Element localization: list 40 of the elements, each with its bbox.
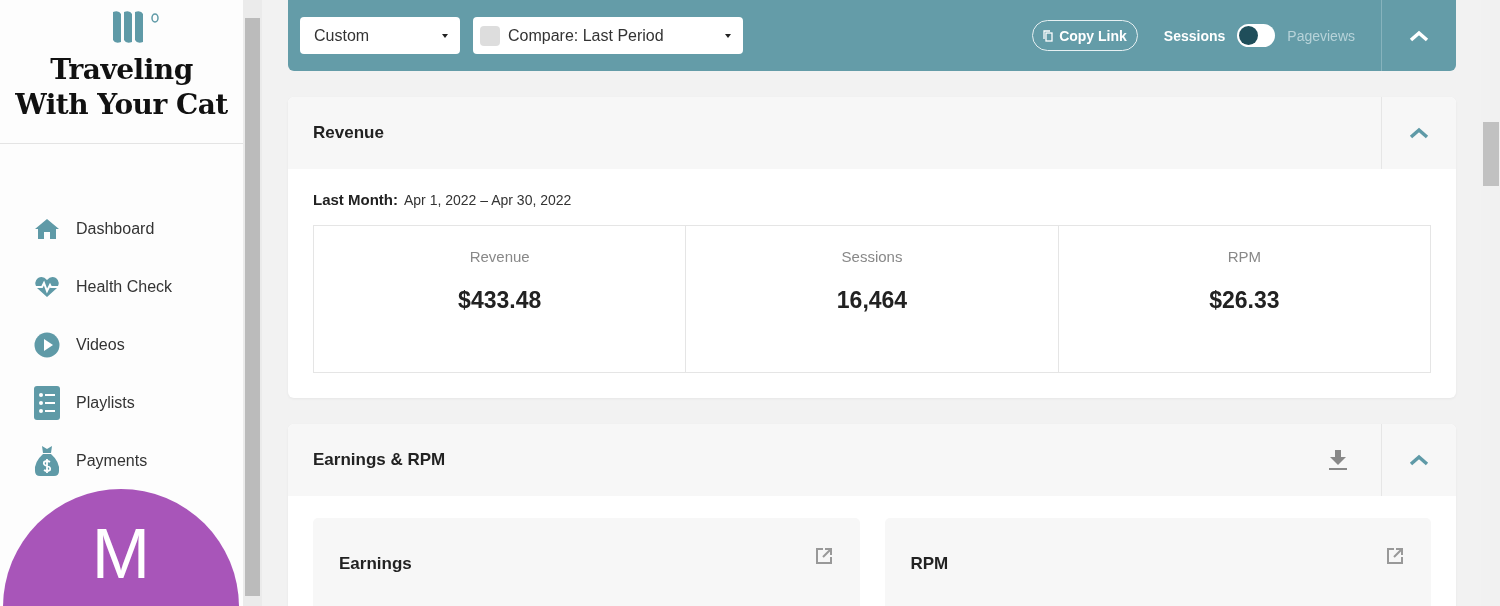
chart-title: RPM <box>910 554 949 574</box>
nav-item[interactable]: Dashboard <box>34 200 243 258</box>
period-dropdown[interactable]: Custom <box>300 17 460 54</box>
chevron-up-icon <box>1409 454 1429 466</box>
stat-value: $26.33 <box>1209 287 1280 314</box>
heartbeat-icon <box>34 276 60 298</box>
chevron-up-icon <box>1409 29 1429 42</box>
list-icon <box>34 386 60 420</box>
nav-item[interactable]: Videos <box>34 316 243 374</box>
caret-icon <box>442 33 448 38</box>
toggle-label: Sessions <box>1163 27 1226 44</box>
chevron-up-icon <box>1409 127 1429 139</box>
stat-label: Sessions <box>841 248 903 265</box>
copy-icon <box>1043 29 1054 42</box>
stat-value: 16,464 <box>836 287 908 314</box>
stat-label: RPM <box>1227 248 1261 265</box>
user-avatar[interactable]: M <box>3 489 239 606</box>
chart-title: Earnings <box>339 554 412 574</box>
date-range: Apr 1, 2022 – Apr 30, 2022 <box>404 192 572 208</box>
compare-checkbox[interactable] <box>480 25 500 46</box>
stat-value: $433.48 <box>458 287 542 314</box>
caret-icon <box>725 33 731 38</box>
card-title: Revenue <box>313 123 385 143</box>
nav-item[interactable]: Health Check <box>34 258 243 316</box>
stat-label: Revenue <box>469 248 530 265</box>
house-icon <box>34 218 60 240</box>
site-title: Traveling With Your Cat <box>14 52 229 122</box>
download-icon[interactable] <box>1329 450 1347 470</box>
money-bag-icon <box>34 445 60 477</box>
range-label: Last Month: <box>313 191 398 208</box>
metric-toggle[interactable] <box>1237 24 1276 47</box>
external-link-icon[interactable] <box>815 548 832 564</box>
card-title: Earnings & RPM <box>313 450 447 470</box>
nav-item[interactable]: Payments <box>34 432 243 490</box>
nav-item[interactable]: Playlists <box>34 374 243 432</box>
play-icon <box>34 332 60 358</box>
scrollbar[interactable] <box>243 0 262 606</box>
external-link-icon[interactable] <box>1387 548 1403 564</box>
compare-dropdown[interactable]: Compare: Last Period <box>473 17 743 54</box>
toggle-label: Pageviews <box>1287 27 1355 44</box>
